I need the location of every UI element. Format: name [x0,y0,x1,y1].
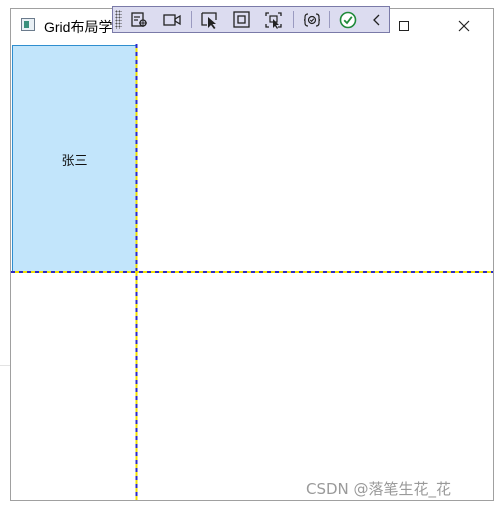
close-button[interactable] [441,9,487,43]
xaml-debug-toolbar [112,6,390,33]
toolbar-separator [329,11,330,28]
background-divider [0,365,10,366]
select-element-button[interactable] [198,9,222,30]
display-layout-adorners-button[interactable] [230,9,254,30]
grid-cell-row0-col0: 张三 [12,45,137,273]
cell-label: 张三 [61,153,88,169]
select-element-icon [201,11,217,29]
toolbar-grip[interactable] [115,10,122,29]
grid-row-splitter-line [11,271,493,273]
app-icon [21,18,35,31]
grid-content: 张三 [11,44,493,500]
binding-failures-button[interactable] [300,9,324,30]
close-icon [458,20,470,32]
collapse-chevron-icon [373,14,380,25]
app-window: Grid布局学 张三 [10,8,494,501]
csdn-watermark: CSDN @落笔生花_花 [306,480,452,498]
display-layout-adorners-icon [233,10,250,28]
track-focused-element-button[interactable] [262,9,286,30]
live-visual-tree-button[interactable] [128,9,152,30]
live-visual-tree-icon [131,11,147,27]
record-video-button[interactable] [160,9,184,30]
collapse-toolbar-button[interactable] [365,9,389,30]
maximize-icon [399,21,409,31]
window-title: Grid布局学 [44,19,113,35]
record-video-icon [163,13,181,26]
toolbar-separator [293,11,294,28]
binding-failures-icon [303,12,321,27]
toolbar-separator [191,11,192,28]
hot-reload-check-icon [339,11,357,28]
hot-reload-button[interactable] [336,9,360,30]
track-focused-element-icon [265,11,282,29]
